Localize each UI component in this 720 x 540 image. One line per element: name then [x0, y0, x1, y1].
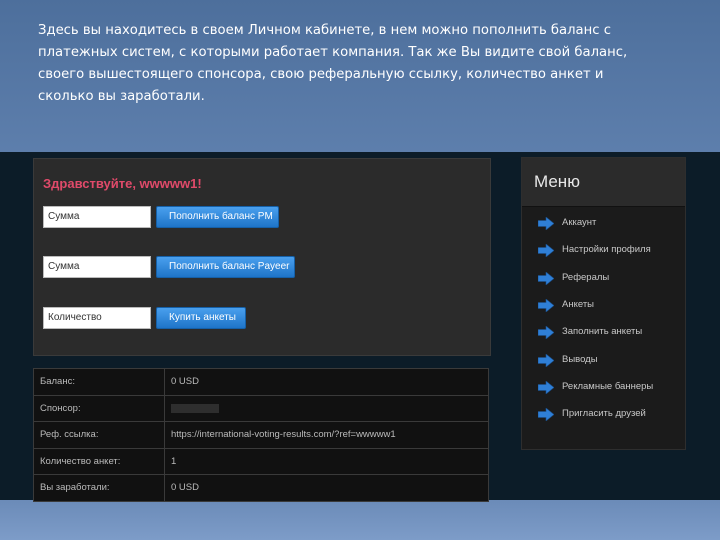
arrow-right-icon — [538, 380, 554, 394]
topup-payeer-button[interactable]: Пополнить баланс Payeer — [156, 256, 295, 278]
table-row: Спонсор: — [33, 394, 489, 422]
balance-label: Баланс: — [33, 368, 165, 396]
account-panel: Здравствуйте, wwwww1! Сумма Пополнить ба… — [33, 158, 491, 356]
buy-forms-button[interactable]: Купить анкеты — [156, 307, 246, 329]
caption-text: Здесь вы находитесь в своем Личном кабин… — [38, 20, 698, 108]
sidebar-item-label: Заполнить анкеты — [562, 326, 643, 338]
sidebar-item-referrals[interactable]: Рефералы — [522, 265, 685, 292]
account-info-table: Баланс: 0 USD Спонсор: Реф. ссылка: http… — [33, 368, 489, 502]
menu-title: Меню — [522, 158, 685, 207]
topup-pm-button[interactable]: Пополнить баланс PM — [156, 206, 279, 228]
slide-bottom-band — [0, 500, 720, 540]
sidebar-item-profile-settings[interactable]: Настройки профиля — [522, 237, 685, 264]
sidebar-item-label: Аккаунт — [562, 217, 597, 228]
arrow-right-icon — [538, 217, 554, 230]
sidebar-item-ad-banners[interactable]: Рекламные баннеры — [522, 374, 685, 401]
redacted-sponsor — [171, 403, 219, 413]
table-row: Вы заработали: 0 USD — [33, 474, 489, 502]
caption-line: Здесь вы находитесь в своем Личном кабин… — [38, 23, 611, 38]
table-row: Реф. ссылка: https://international-votin… — [33, 421, 489, 449]
quantity-input[interactable]: Количество — [43, 307, 151, 329]
ref-link-label: Реф. ссылка: — [33, 421, 165, 449]
caption-line: платежных систем, с которыми работает ко… — [38, 45, 628, 60]
sponsor-label: Спонсор: — [33, 394, 165, 422]
forms-count-value: 1 — [164, 447, 489, 475]
arrow-right-icon — [538, 326, 554, 340]
forms-count-label: Количество анкет: — [33, 447, 165, 475]
balance-value: 0 USD — [164, 368, 489, 396]
table-row: Баланс: 0 USD — [33, 368, 489, 396]
amount-input[interactable]: Сумма — [43, 206, 151, 228]
arrow-right-icon — [538, 298, 554, 312]
amount-input[interactable]: Сумма — [43, 256, 151, 278]
sidebar-menu: Меню Аккаунт Настройки профиля Рефералы Анк… — [521, 157, 686, 450]
sidebar-item-label: Пригласить друзей — [562, 408, 646, 420]
sidebar-item-label: Анкеты — [562, 298, 594, 310]
sidebar-item-forms[interactable]: Анкеты — [522, 292, 685, 319]
caption-line: сколько вы заработали. — [38, 89, 205, 104]
sidebar-item-fill-forms[interactable]: Заполнить анкеты — [522, 319, 685, 346]
earned-label: Вы заработали: — [33, 474, 165, 502]
greeting-title: Здравствуйте, wwwww1! — [43, 176, 202, 191]
arrow-right-icon — [538, 408, 554, 422]
sidebar-item-invite-friends[interactable]: Пригласить друзей — [522, 401, 685, 428]
ref-link-value[interactable]: https://international-voting-results.com… — [164, 421, 489, 449]
table-row: Количество анкет: 1 — [33, 447, 489, 475]
arrow-right-icon — [538, 353, 554, 367]
sidebar-item-label: Рекламные баннеры — [562, 380, 654, 392]
arrow-right-icon — [538, 244, 554, 258]
caption-line: своего вышестоящего спонсора, свою рефер… — [38, 67, 604, 82]
sidebar-item-label: Рефералы — [562, 271, 610, 283]
sidebar-item-label: Настройки профиля — [562, 244, 651, 256]
sidebar-item-account[interactable]: Аккаунт — [522, 210, 685, 237]
arrow-right-icon — [538, 271, 554, 285]
sponsor-value — [164, 394, 489, 422]
sidebar-item-withdrawals[interactable]: Выводы — [522, 347, 685, 374]
sidebar-item-label: Выводы — [562, 353, 598, 365]
earned-value: 0 USD — [164, 474, 489, 502]
